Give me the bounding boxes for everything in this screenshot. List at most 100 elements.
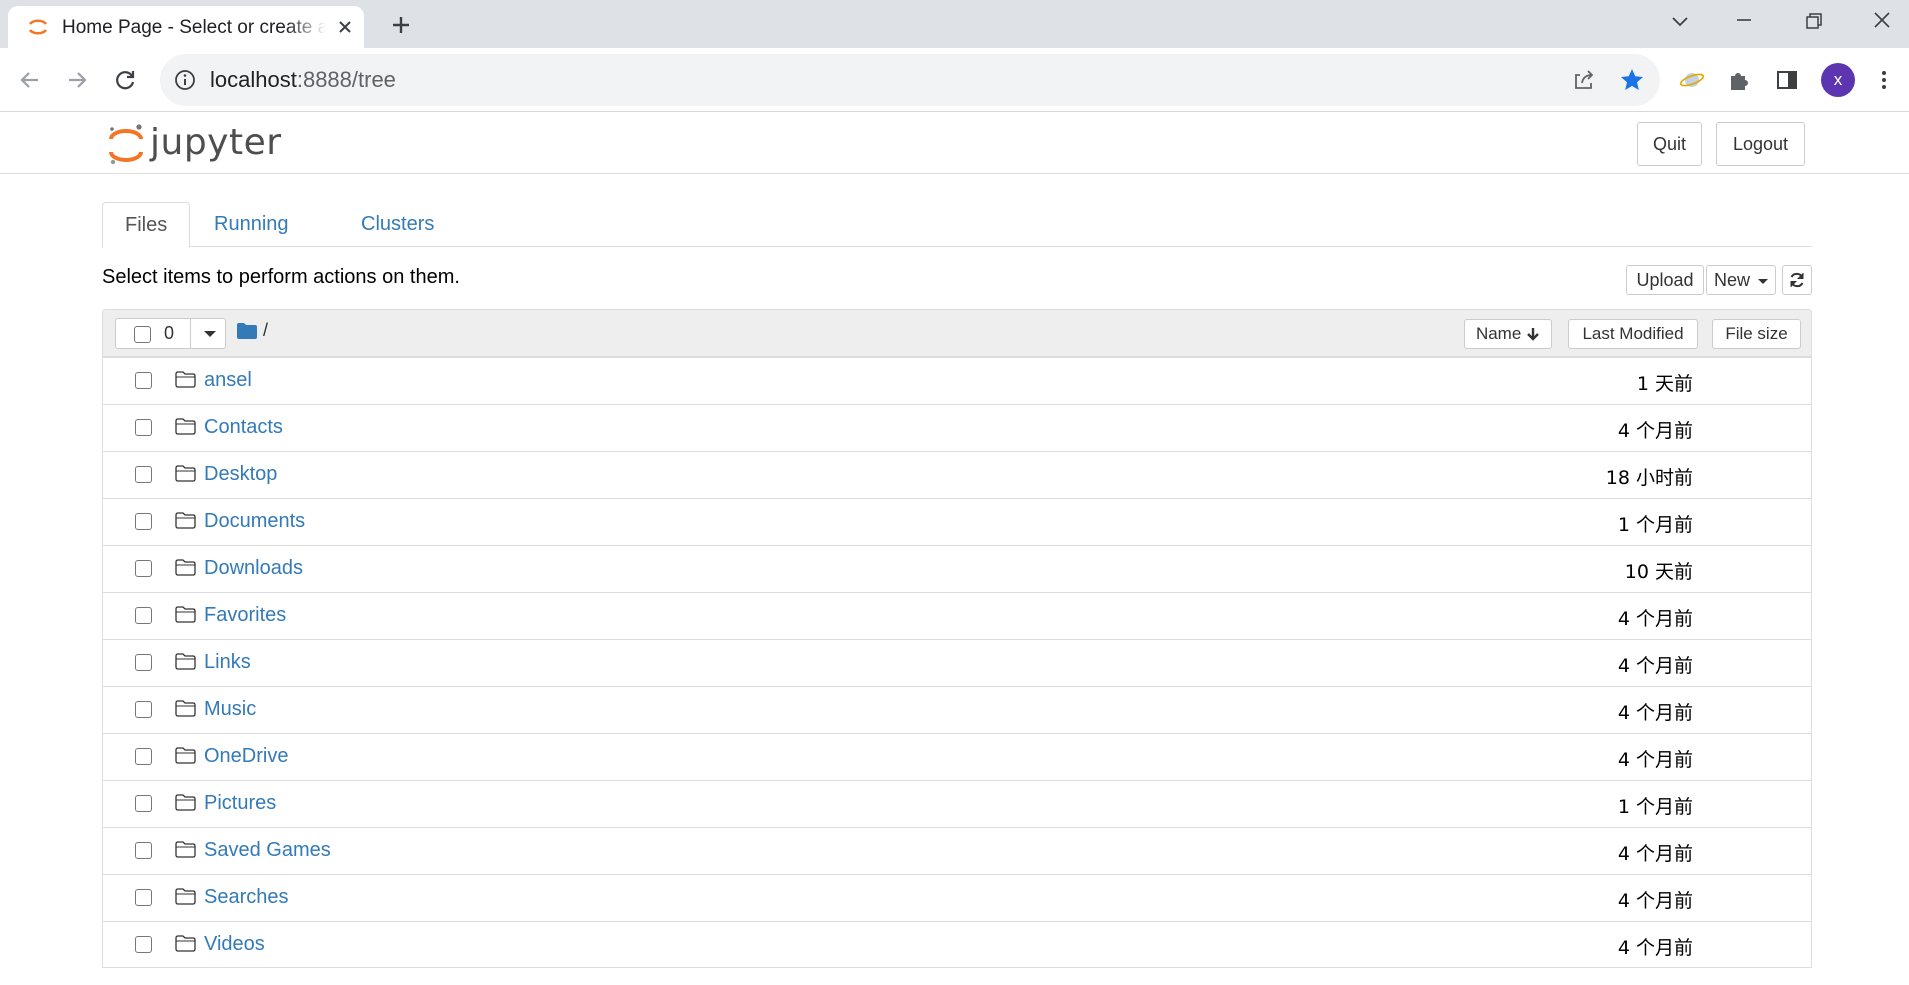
file-row[interactable]: Downloads 10 天前 — [103, 545, 1811, 592]
restore-icon[interactable] — [1793, 6, 1833, 36]
row-checkbox[interactable] — [135, 513, 152, 530]
jupyter-favicon-icon — [28, 19, 48, 35]
sort-name-label: Name — [1475, 324, 1522, 343]
file-list: 0 / Name Last Modified File size ansel 1 … — [102, 309, 1812, 968]
file-row[interactable]: Pictures 1 个月前 — [103, 780, 1811, 827]
dashboard-tabs: Files Running Clusters — [102, 202, 1812, 248]
file-row[interactable]: Videos 4 个月前 — [103, 921, 1811, 967]
file-name-link[interactable]: Links — [204, 651, 251, 674]
logout-button[interactable]: Logout — [1716, 122, 1805, 166]
folder-outline-icon — [175, 653, 196, 670]
file-row[interactable]: Desktop 18 小时前 — [103, 451, 1811, 498]
extensions-puzzle-icon[interactable] — [1725, 66, 1753, 94]
side-panel-icon[interactable] — [1773, 66, 1801, 94]
folder-outline-icon — [175, 794, 196, 811]
row-checkbox[interactable] — [135, 936, 152, 953]
folder-outline-icon — [175, 700, 196, 717]
url-path: :8888/tree — [296, 67, 396, 92]
selection-hint: Select items to perform actions on them. — [102, 266, 460, 288]
browser-tab[interactable]: Home Page - Select or create a notebook — [8, 6, 364, 48]
tab-search-icon[interactable] — [1660, 6, 1700, 36]
new-dropdown-button[interactable]: New — [1706, 265, 1776, 295]
jupyter-logo[interactable]: jupyter — [106, 120, 286, 166]
arrow-down-icon — [1527, 328, 1539, 341]
last-modified-text: 4 个月前 — [1617, 890, 1693, 912]
close-window-icon[interactable] — [1862, 6, 1902, 36]
row-checkbox[interactable] — [135, 372, 152, 389]
last-modified-text: 4 个月前 — [1617, 702, 1693, 724]
row-checkbox[interactable] — [135, 748, 152, 765]
file-name-link[interactable]: Documents — [204, 510, 305, 533]
new-tab-icon[interactable] — [386, 10, 416, 40]
file-row[interactable]: ansel 1 天前 — [103, 357, 1811, 404]
file-name-link[interactable]: Downloads — [204, 557, 303, 580]
reload-icon[interactable] — [111, 66, 139, 94]
forward-arrow-icon[interactable] — [63, 66, 91, 94]
row-checkbox[interactable] — [135, 419, 152, 436]
file-name-link[interactable]: ansel — [204, 369, 252, 392]
file-name-link[interactable]: Searches — [204, 886, 289, 909]
last-modified-text: 1 个月前 — [1617, 514, 1693, 536]
folder-outline-icon — [175, 418, 196, 435]
jupyter-logo-icon — [109, 124, 143, 165]
sort-by-name-button[interactable]: Name — [1464, 319, 1552, 349]
file-name-link[interactable]: Pictures — [204, 792, 276, 815]
minimize-icon[interactable] — [1724, 6, 1764, 36]
refresh-button[interactable] — [1782, 265, 1812, 295]
tab-clusters[interactable]: Clusters — [339, 202, 456, 248]
file-row[interactable]: Links 4 个月前 — [103, 639, 1811, 686]
file-name-link[interactable]: Music — [204, 698, 256, 721]
address-bar[interactable]: localhost:8888/tree — [160, 54, 1660, 106]
quit-button[interactable]: Quit — [1637, 122, 1702, 166]
row-checkbox[interactable] — [135, 607, 152, 624]
last-modified-text: 1 天前 — [1636, 373, 1693, 395]
file-name-link[interactable]: OneDrive — [204, 745, 288, 768]
file-row[interactable]: Music 4 个月前 — [103, 686, 1811, 733]
row-checkbox[interactable] — [135, 701, 152, 718]
file-name-link[interactable]: Contacts — [204, 416, 283, 439]
breadcrumb-root[interactable]: / — [263, 320, 268, 341]
folder-icon[interactable] — [237, 323, 257, 339]
select-all-dropdown[interactable]: 0 — [115, 318, 226, 349]
profile-avatar[interactable]: x — [1821, 63, 1855, 97]
last-modified-text: 18 小时前 — [1605, 467, 1693, 489]
tab-files[interactable]: Files — [102, 202, 191, 248]
site-info-icon[interactable] — [172, 67, 198, 93]
file-row[interactable]: Saved Games 4 个月前 — [103, 827, 1811, 874]
close-tab-icon[interactable] — [334, 16, 356, 38]
row-checkbox[interactable] — [135, 560, 152, 577]
file-row[interactable]: Contacts 4 个月前 — [103, 404, 1811, 451]
bookmark-star-icon[interactable] — [1618, 66, 1646, 94]
tab-running[interactable]: Running — [192, 202, 311, 248]
row-checkbox[interactable] — [135, 795, 152, 812]
row-checkbox[interactable] — [135, 466, 152, 483]
file-name-link[interactable]: Desktop — [204, 463, 277, 486]
last-modified-text: 4 个月前 — [1617, 937, 1693, 959]
file-list-header: 0 / Name Last Modified File size — [103, 310, 1811, 357]
row-checkbox[interactable] — [135, 654, 152, 671]
file-row[interactable]: Documents 1 个月前 — [103, 498, 1811, 545]
file-row[interactable]: Searches 4 个月前 — [103, 874, 1811, 921]
extension-planet-icon[interactable] — [1678, 66, 1706, 94]
share-icon[interactable] — [1570, 66, 1598, 94]
back-arrow-icon[interactable] — [16, 66, 44, 94]
file-name-link[interactable]: Saved Games — [204, 839, 331, 862]
folder-outline-icon — [175, 371, 196, 388]
upload-button[interactable]: Upload — [1626, 265, 1704, 295]
more-menu-icon[interactable] — [1870, 66, 1898, 94]
last-modified-text: 4 个月前 — [1617, 420, 1693, 442]
select-all-checkbox[interactable] — [134, 326, 151, 343]
caret-down-icon[interactable] — [204, 331, 216, 337]
file-row[interactable]: Favorites 4 个月前 — [103, 592, 1811, 639]
sort-by-last-modified-button[interactable]: Last Modified — [1568, 319, 1698, 349]
row-checkbox[interactable] — [135, 889, 152, 906]
last-modified-text: 1 个月前 — [1617, 796, 1693, 818]
file-name-link[interactable]: Favorites — [204, 604, 286, 627]
row-checkbox[interactable] — [135, 842, 152, 859]
last-modified-text: 4 个月前 — [1617, 843, 1693, 865]
refresh-icon — [1790, 272, 1804, 288]
sort-by-file-size-button[interactable]: File size — [1712, 319, 1801, 349]
new-button-label: New — [1713, 270, 1750, 290]
file-name-link[interactable]: Videos — [204, 933, 265, 956]
file-row[interactable]: OneDrive 4 个月前 — [103, 733, 1811, 780]
